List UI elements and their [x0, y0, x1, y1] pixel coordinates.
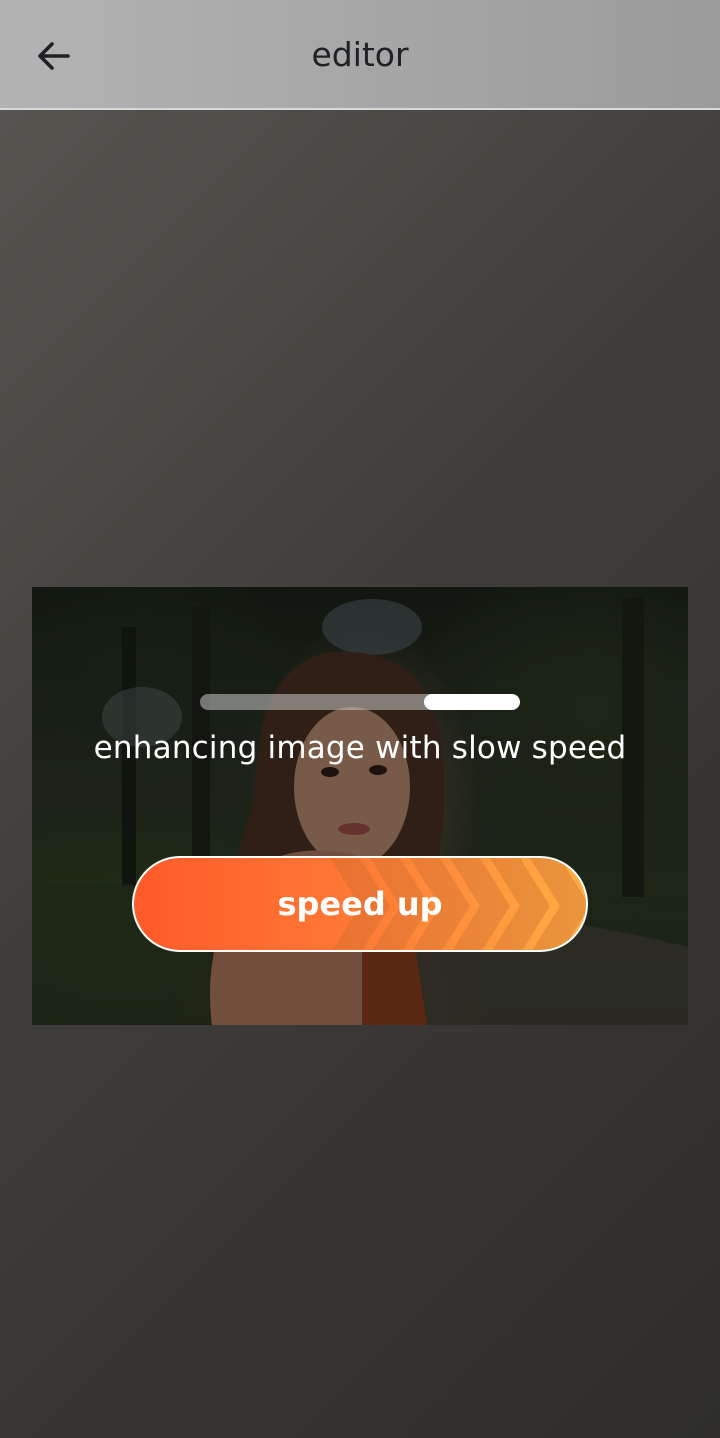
progress-bar: [200, 694, 520, 710]
speed-up-label: speed up: [277, 885, 443, 923]
status-text: enhancing image with slow speed: [93, 730, 627, 766]
page-title: editor: [311, 35, 409, 74]
back-button[interactable]: [28, 30, 80, 82]
image-dim-overlay: [32, 587, 688, 1025]
arrow-left-icon: [38, 42, 70, 70]
preview-image: [32, 587, 688, 1025]
app-bar: editor: [0, 0, 720, 110]
progress-bar-fill: [424, 694, 520, 710]
speed-up-button[interactable]: speed up: [132, 856, 588, 952]
